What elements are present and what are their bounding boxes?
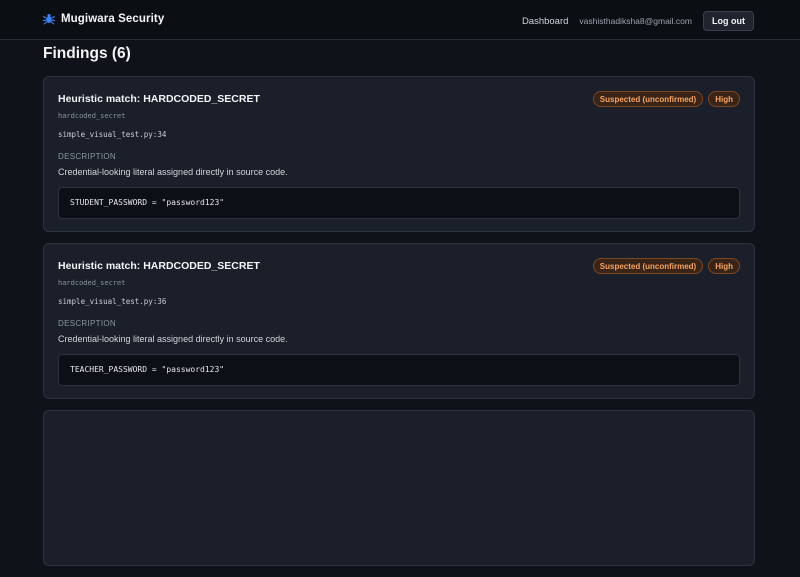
finding-badges: Suspected (unconfirmed) High [592, 91, 740, 107]
finding-card: Heuristic match: HARDCODED_SECRET Suspec… [43, 76, 755, 232]
brand[interactable]: Mugiwara Security [43, 13, 164, 25]
brand-name: Mugiwara Security [61, 13, 165, 25]
rule-id: hardcoded_secret [58, 112, 126, 120]
top-navbar: Mugiwara Security Dashboard vashisthadik… [0, 0, 800, 40]
top-nav: Dashboard vashisthadiksha8@gmail.com Log… [522, 11, 754, 31]
findings-list: Heuristic match: HARDCODED_SECRET Suspec… [43, 76, 755, 577]
description-text: Credential-looking literal assigned dire… [58, 167, 288, 177]
dashboard-link[interactable]: Dashboard [522, 16, 568, 27]
description-label: DESCRIPTION [58, 319, 116, 328]
description-label: DESCRIPTION [58, 152, 116, 161]
status-badge: Suspected (unconfirmed) [592, 258, 704, 274]
code-snippet: TEACHER_PASSWORD = "password123" [58, 354, 740, 386]
finding-badges: Suspected (unconfirmed) High [592, 258, 740, 274]
description-text: Credential-looking literal assigned dire… [58, 334, 288, 344]
severity-badge: High [708, 258, 740, 274]
file-location: simple_visual_test.py:34 [58, 130, 167, 139]
logout-button[interactable]: Log out [703, 11, 754, 31]
rule-id: hardcoded_secret [58, 279, 126, 287]
finding-card [43, 410, 755, 566]
finding-title: Heuristic match: HARDCODED_SECRET [58, 93, 260, 105]
user-email: vashisthadiksha8@gmail.com [579, 16, 692, 26]
severity-badge: High [708, 91, 740, 107]
page-title: Findings (6) [43, 45, 131, 62]
finding-title: Heuristic match: HARDCODED_SECRET [58, 260, 260, 272]
status-badge: Suspected (unconfirmed) [592, 91, 704, 107]
file-location: simple_visual_test.py:36 [58, 297, 167, 306]
finding-card: Heuristic match: HARDCODED_SECRET Suspec… [43, 243, 755, 399]
bug-icon [43, 14, 55, 25]
code-snippet: STUDENT_PASSWORD = "password123" [58, 187, 740, 219]
